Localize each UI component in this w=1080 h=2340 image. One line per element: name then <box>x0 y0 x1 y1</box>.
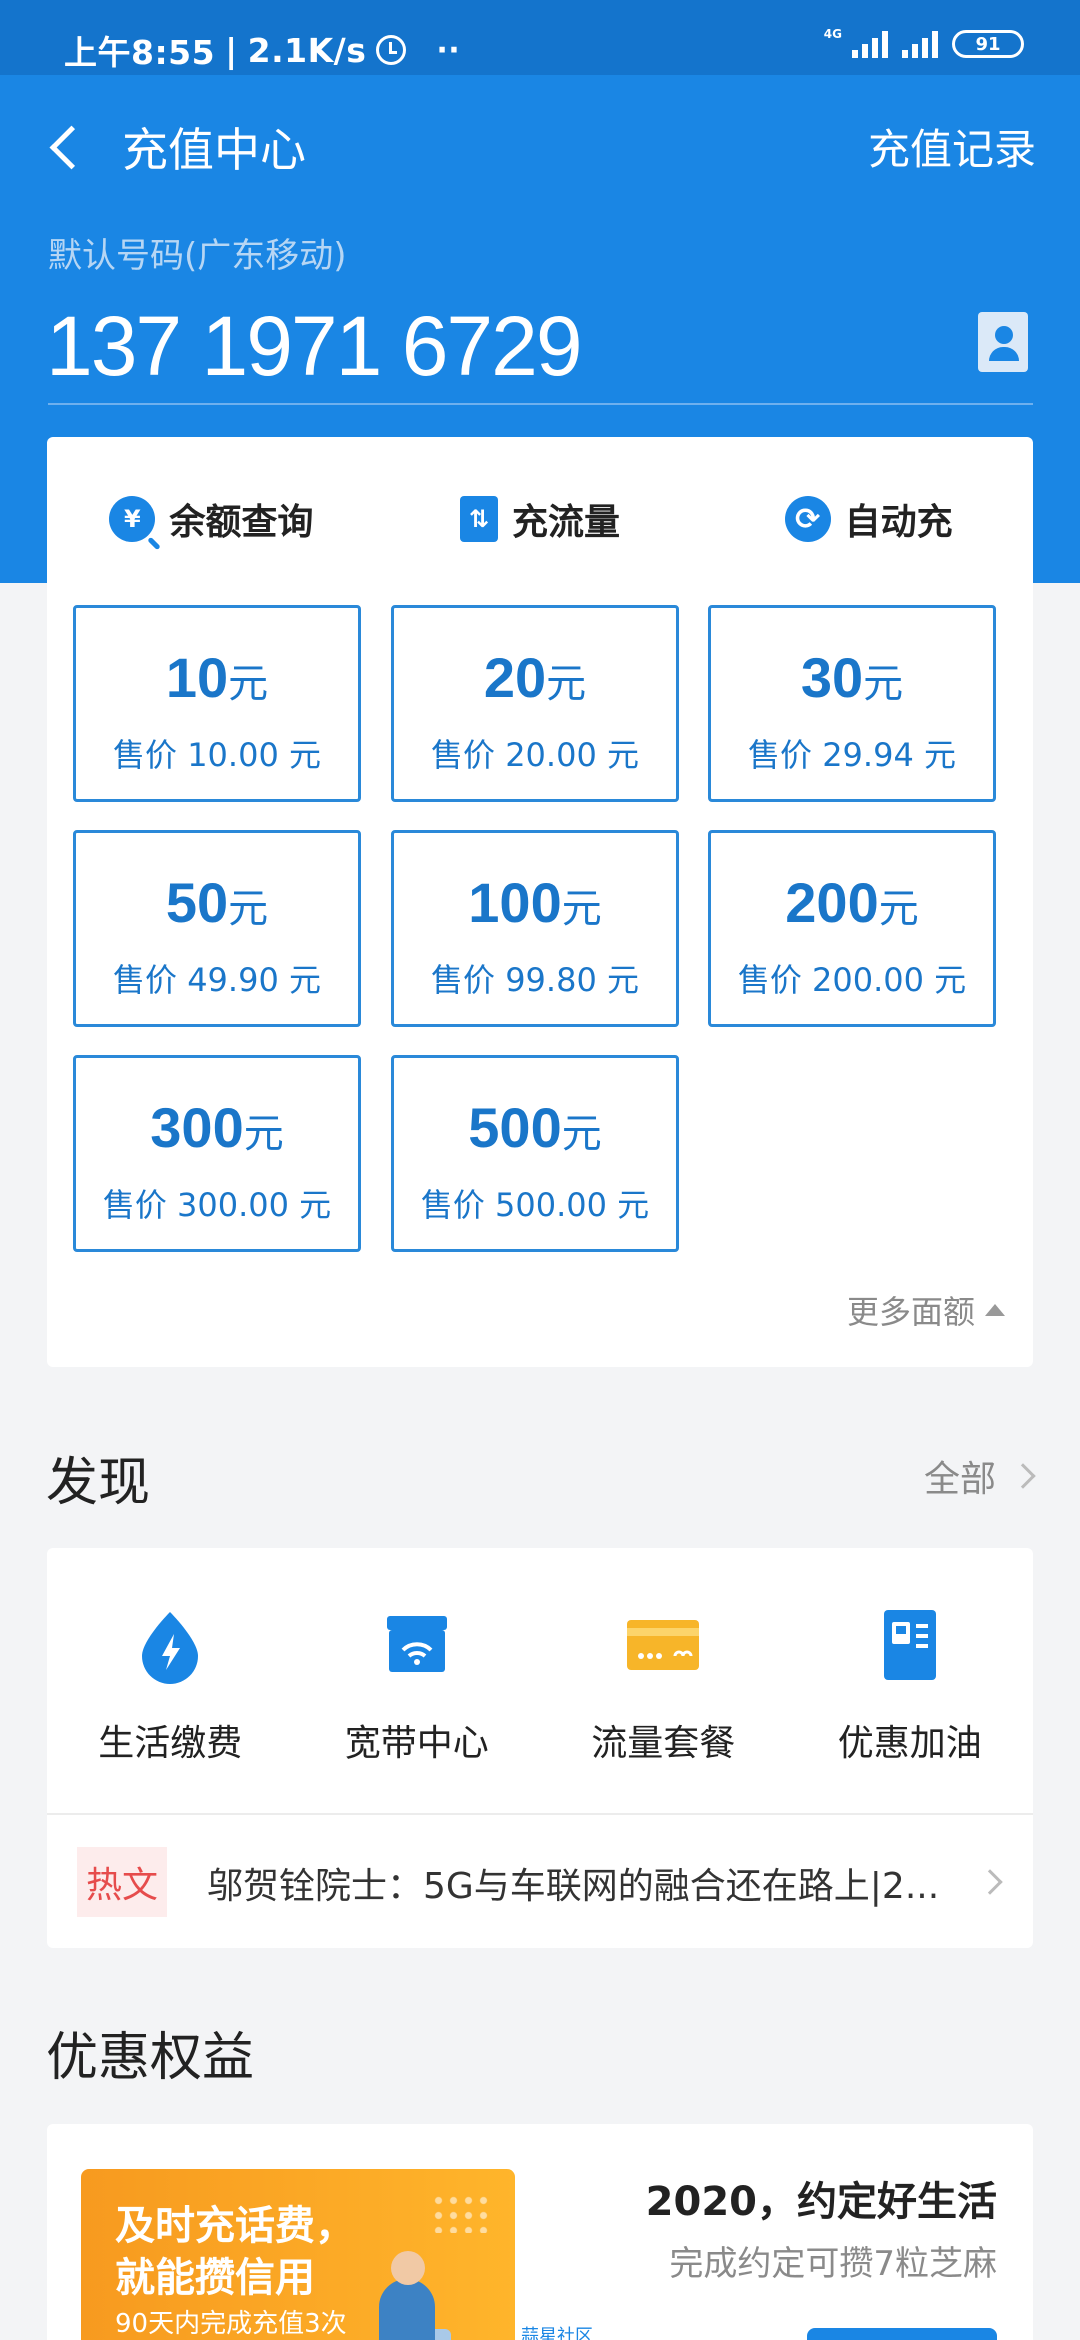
discover-all-link[interactable]: 全部 <box>923 1450 1036 1502</box>
amount-price: 售价 29.94 元 <box>748 736 956 774</box>
chevron-right-icon <box>977 1869 1003 1895</box>
amount-option-300[interactable]: 300元 售价 300.00 元 <box>73 1055 361 1252</box>
amount-unit: 元 <box>228 887 269 931</box>
balance-query-label: 余额查询 <box>169 502 314 543</box>
signal-icon-2 <box>902 28 938 58</box>
services-row: 生活缴费 宽带中心 流量套餐 优惠加油 <box>47 1548 1033 1813</box>
amount-unit: 元 <box>243 1112 284 1156</box>
amount-value: 200 <box>785 871 879 934</box>
amount-unit: 元 <box>878 887 919 931</box>
more-amounts-toggle[interactable]: 更多面额 <box>847 1287 1005 1333</box>
fuel-icon <box>870 1604 950 1684</box>
phone-divider <box>48 403 1033 405</box>
status-left: 上午8:55 | 2.1K/s ·· <box>64 26 460 74</box>
balance-query-icon: ¥ <box>109 496 156 542</box>
more-amounts-label: 更多面额 <box>846 1293 975 1331</box>
amount-option-50[interactable]: 50元 售价 49.90 元 <box>73 830 361 1027</box>
more-notifications-icon: ·· <box>436 32 461 68</box>
person-illustration <box>379 2251 435 2340</box>
data-recharge-button[interactable]: ⇅ 充流量 <box>376 437 705 587</box>
battery-icon: 91 <box>952 30 1024 58</box>
amount-unit: 元 <box>561 887 602 931</box>
amount-unit: 元 <box>546 662 587 706</box>
services-card: 生活缴费 宽带中心 流量套餐 优惠加油 热文 邬贺铨院士：5G与车联网的融合还在… <box>47 1548 1033 1948</box>
amount-value: 100 <box>468 871 562 934</box>
app-header: 充值中心 充值记录 <box>0 110 1080 180</box>
service-broadband[interactable]: 宽带中心 <box>294 1548 541 1813</box>
amount-price: 售价 200.00 元 <box>737 961 967 999</box>
service-data-package[interactable]: 流量套餐 <box>540 1548 787 1813</box>
caret-up-icon <box>985 1304 1005 1316</box>
status-right: 4G 91 <box>824 28 1024 58</box>
amount-price: 售价 300.00 元 <box>102 1186 332 1224</box>
page-title: 充值中心 <box>122 123 306 177</box>
amount-option-500[interactable]: 500元 售价 500.00 元 <box>391 1055 679 1252</box>
promo-title: 2020，约定好生活 <box>645 2179 997 2225</box>
signal-icon <box>852 28 888 58</box>
default-number-label: 默认号码(广东移动) <box>48 236 347 276</box>
service-label: 生活缴费 <box>98 1723 243 1764</box>
amount-value: 300 <box>150 1096 244 1159</box>
amount-option-10[interactable]: 10元 售价 10.00 元 <box>73 605 361 802</box>
data-recharge-label: 充流量 <box>512 502 621 543</box>
data-recharge-icon: ⇅ <box>460 496 498 542</box>
amount-value: 10 <box>165 646 229 709</box>
amount-price: 售价 49.90 元 <box>113 961 321 999</box>
amount-price: 售价 10.00 元 <box>113 736 321 774</box>
contacts-icon[interactable] <box>978 312 1028 372</box>
recharge-history-link[interactable]: 充值记录 <box>868 116 1036 177</box>
benefits-title: 优惠权益 <box>46 2028 255 2088</box>
service-fuel[interactable]: 优惠加油 <box>787 1548 1034 1813</box>
banner-line-1: 及时充话费， <box>115 2203 355 2249</box>
service-label: 宽带中心 <box>344 1723 489 1764</box>
balance-query-button[interactable]: ¥ 余额查询 <box>47 437 376 587</box>
recharge-card: ¥ 余额查询 ⇅ 充流量 ⟳ 自动充 10元 售价 10.00 元 20元 售价… <box>47 437 1033 1367</box>
discover-title: 发现 <box>46 1453 151 1513</box>
broadband-icon <box>377 1604 457 1684</box>
promo-banner[interactable]: 及时充话费， 就能攒信用 90天内完成充值3次 <box>81 2169 515 2340</box>
auto-recharge-icon: ⟳ <box>784 496 831 542</box>
banner-line-3: 90天内完成充值3次 <box>115 2309 347 2339</box>
utility-bill-icon <box>130 1604 210 1684</box>
network-type: 4G <box>823 27 842 41</box>
amount-value: 20 <box>483 646 547 709</box>
amount-option-100[interactable]: 100元 售价 99.80 元 <box>391 830 679 1027</box>
back-arrow-icon[interactable] <box>44 120 84 170</box>
network-speed: 2.1K/s <box>247 30 367 70</box>
amount-option-30[interactable]: 30元 售价 29.94 元 <box>708 605 996 802</box>
amount-option-20[interactable]: 20元 售价 20.00 元 <box>391 605 679 802</box>
banner-dots-decoration <box>431 2193 491 2233</box>
amount-value: 500 <box>468 1096 562 1159</box>
amount-price: 售价 99.80 元 <box>431 961 639 999</box>
hot-news-row[interactable]: 热文 邬贺铨院士：5G与车联网的融合还在路上|2... <box>47 1815 1033 1948</box>
service-label: 优惠加油 <box>837 1723 982 1764</box>
status-time: 上午8:55 <box>64 33 216 72</box>
status-bar: 上午8:55 | 2.1K/s ·· 4G 91 <box>0 0 1080 75</box>
all-link-label: 全部 <box>923 1459 996 1500</box>
chevron-right-icon <box>1010 1463 1036 1489</box>
service-label: 流量套餐 <box>591 1723 736 1764</box>
amount-option-200[interactable]: 200元 售价 200.00 元 <box>708 830 996 1027</box>
auto-recharge-label: 自动充 <box>844 502 953 543</box>
promo-subtitle: 完成约定可攒7粒芝麻 <box>669 2244 997 2284</box>
amount-unit: 元 <box>561 1112 602 1156</box>
promo-card[interactable]: 及时充话费， 就能攒信用 90天内完成充值3次 蒜星社区 2020，约定好生活 … <box>47 2124 1033 2340</box>
phone-number-input[interactable]: 137 1971 6729 <box>46 298 583 395</box>
hot-news-badge: 热文 <box>77 1847 167 1917</box>
service-utility-bill[interactable]: 生活缴费 <box>47 1548 294 1813</box>
hot-news-headline: 邬贺铨院士：5G与车联网的融合还在路上|2... <box>207 1866 940 1907</box>
amount-value: 30 <box>800 646 864 709</box>
amount-unit: 元 <box>228 662 269 706</box>
banner-line-2: 就能攒信用 <box>115 2255 315 2301</box>
auto-recharge-button[interactable]: ⟳ 自动充 <box>704 437 1033 587</box>
quick-actions: ¥ 余额查询 ⇅ 充流量 ⟳ 自动充 <box>47 437 1033 587</box>
amount-unit: 元 <box>863 662 904 706</box>
amount-value: 50 <box>165 871 229 934</box>
data-package-icon <box>623 1604 703 1684</box>
alarm-icon <box>376 35 407 65</box>
banner-corner-label: 蒜星社区 <box>521 2326 593 2340</box>
amount-price: 售价 500.00 元 <box>420 1186 650 1224</box>
promo-action-button[interactable] <box>807 2328 997 2340</box>
amount-price: 售价 20.00 元 <box>431 736 639 774</box>
